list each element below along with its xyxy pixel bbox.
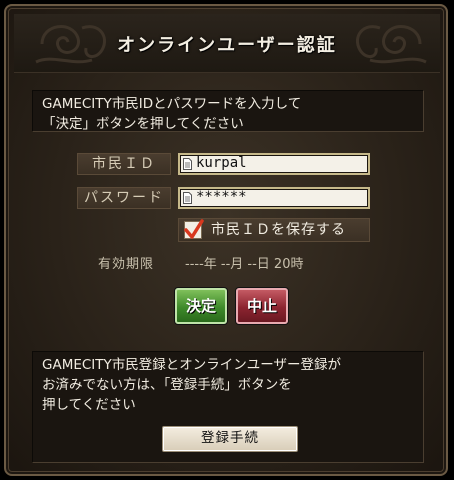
ok-button[interactable]: 決定: [175, 288, 227, 324]
citizen-id-value: kurpal: [196, 155, 247, 171]
save-id-checkbox[interactable]: [184, 219, 204, 239]
register-info-line-2: お済みでない方は、「登録手続」ボタンを: [42, 377, 292, 393]
save-id-checkbox-row[interactable]: 市民ＩＤを保存する: [178, 218, 370, 242]
register-button[interactable]: 登録手続: [162, 426, 298, 452]
save-id-label: 市民ＩＤを保存する: [211, 222, 346, 238]
intro-panel: GAMECITY市民IDとパスワードを入力して 「決定」ボタンを押してください: [32, 90, 424, 132]
intro-line-1: GAMECITY市民IDとパスワードを入力して: [42, 96, 302, 112]
register-info-line-3: 押してください: [42, 397, 136, 413]
dialog-header: オンラインユーザー認証: [14, 14, 440, 73]
expiry-value: ----年 --月 --日 20時: [185, 257, 304, 272]
cancel-button[interactable]: 中止: [236, 288, 288, 324]
expiry-label: 有効期限: [98, 257, 155, 272]
document-icon: [183, 158, 192, 170]
register-info-line-1: GAMECITY市民登録とオンラインユーザー登録が: [42, 357, 342, 373]
document-icon: [183, 192, 192, 204]
password-value: ******: [196, 189, 247, 205]
checkmark-icon: [184, 219, 204, 239]
intro-line-2: 「決定」ボタンを押してください: [42, 116, 244, 132]
password-input[interactable]: ******: [178, 187, 370, 209]
password-label: パスワード: [77, 187, 171, 209]
citizen-id-label: 市民ＩＤ: [77, 153, 171, 175]
dialog-title: オンラインユーザー認証: [117, 35, 337, 56]
citizen-id-input[interactable]: kurpal: [178, 153, 370, 175]
